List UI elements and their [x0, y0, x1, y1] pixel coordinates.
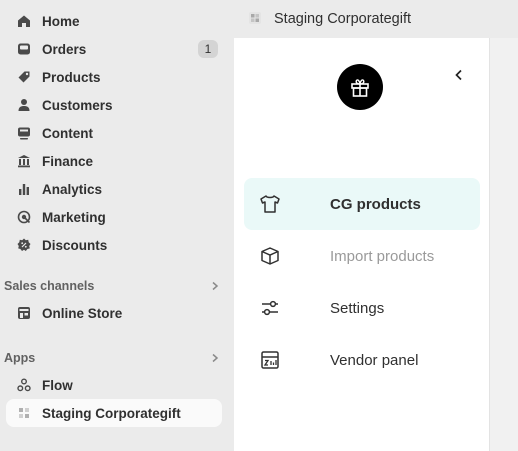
gift-icon	[351, 79, 369, 97]
admin-sidebar: Home Orders 1 Products Customers Content…	[0, 0, 234, 451]
nav-item-label: Products	[42, 69, 101, 85]
target-icon	[16, 209, 32, 225]
menu-item-import-products[interactable]: Import products	[244, 230, 480, 282]
person-icon	[16, 97, 32, 113]
gift-logo	[337, 64, 383, 110]
nav-item-content[interactable]: Content	[6, 119, 222, 147]
nav-item-label: Content	[42, 125, 93, 141]
vendor-panel-icon	[258, 348, 282, 372]
home-icon	[16, 13, 32, 29]
nav-item-label: Online Store	[42, 305, 123, 321]
app-icon	[16, 405, 32, 421]
nav-item-label: Flow	[42, 377, 73, 393]
nav-item-label: Orders	[42, 41, 87, 57]
store-icon	[16, 305, 32, 321]
app-title-bar: Staging Corporategift	[234, 0, 518, 38]
chevron-right-icon	[210, 350, 220, 366]
nav-item-label: Analytics	[42, 181, 103, 197]
menu-item-label: Vendor panel	[330, 351, 419, 369]
nav-item-label: Home	[42, 13, 80, 29]
chevron-right-icon	[210, 278, 220, 294]
menu-item-label: Import products	[330, 247, 435, 265]
collapse-sidebar-button[interactable]	[450, 64, 468, 86]
nav-item-products[interactable]: Products	[6, 63, 222, 91]
apps-title: Apps	[4, 351, 36, 365]
app-frame: CG products Import products Settings Ven…	[234, 38, 518, 451]
nav-item-flow[interactable]: Flow	[6, 371, 222, 399]
nav-item-label: Finance	[42, 153, 94, 169]
nav-item-discounts[interactable]: Discounts	[6, 231, 222, 259]
bank-icon	[16, 153, 32, 169]
nav-item-label: Staging Corporategift	[42, 405, 181, 421]
menu-item-cg-products[interactable]: CG products	[244, 178, 480, 230]
nav-item-label: Customers	[42, 97, 113, 113]
orders-count-badge: 1	[198, 40, 218, 58]
inbox-icon	[16, 41, 32, 57]
nav-item-orders[interactable]: Orders 1	[6, 35, 222, 63]
discount-icon	[16, 237, 32, 253]
nav-item-finance[interactable]: Finance	[6, 147, 222, 175]
menu-item-label: CG products	[330, 195, 421, 213]
nav-item-customers[interactable]: Customers	[6, 91, 222, 119]
sales-channels-header[interactable]: Sales channels	[4, 276, 222, 296]
app-sidebar: CG products Import products Settings Ven…	[234, 38, 490, 451]
app-icon	[248, 11, 264, 27]
flow-icon	[16, 377, 32, 393]
chevron-left-icon	[455, 69, 462, 81]
shirt-icon	[258, 192, 282, 216]
menu-item-settings[interactable]: Settings	[244, 282, 480, 334]
sales-channels-title: Sales channels	[4, 279, 95, 293]
nav-item-online-store[interactable]: Online Store	[6, 299, 222, 327]
apps-header[interactable]: Apps	[4, 348, 222, 368]
sliders-icon	[258, 296, 282, 320]
app-title: Staging Corporategift	[274, 11, 412, 27]
nav-item-analytics[interactable]: Analytics	[6, 175, 222, 203]
box-icon	[258, 244, 282, 268]
tag-icon	[16, 69, 32, 85]
content-icon	[16, 125, 32, 141]
nav-item-marketing[interactable]: Marketing	[6, 203, 222, 231]
bar-chart-icon	[16, 181, 32, 197]
menu-item-vendor-panel[interactable]: Vendor panel	[244, 334, 480, 386]
nav-item-staging-corporategift[interactable]: Staging Corporategift	[6, 399, 222, 427]
nav-item-label: Marketing	[42, 209, 106, 225]
menu-item-label: Settings	[330, 299, 385, 317]
nav-item-home[interactable]: Home	[6, 7, 222, 35]
nav-item-label: Discounts	[42, 237, 108, 253]
